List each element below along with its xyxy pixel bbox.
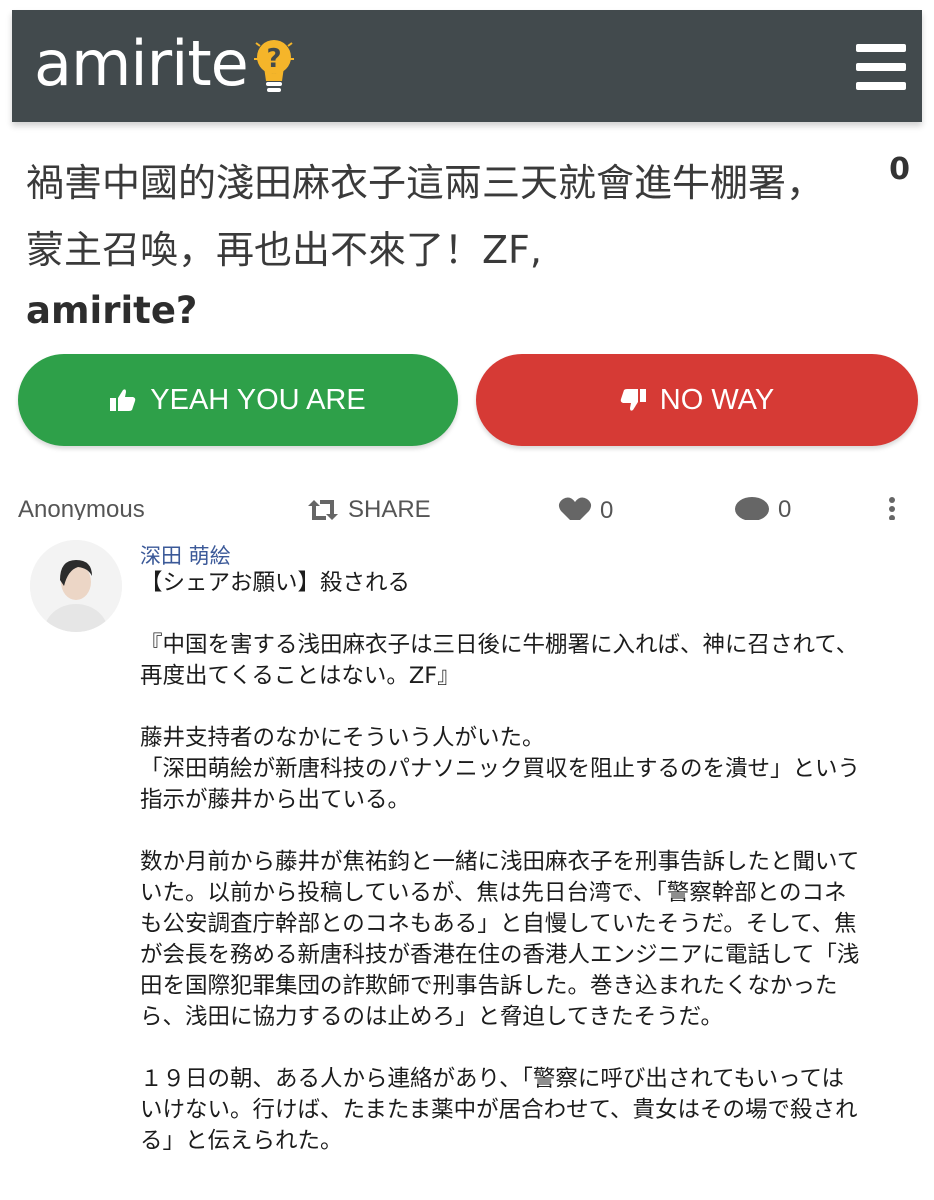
post-paragraph: 『中国を害する浅田麻衣子は三日後に牛棚署に入れば、神に召されて、再度出てくること… <box>140 632 859 689</box>
thumbs-up-icon <box>110 389 136 411</box>
vote-count: 0 <box>889 152 910 187</box>
yes-label: YEAH YOU ARE <box>150 383 366 416</box>
like-button[interactable]: 0 <box>558 496 613 520</box>
post-body: 【シェアお願い】殺される 『中国を害する浅田麻衣子は三日後に牛棚署に入れば、神に… <box>140 568 866 1188</box>
hamburger-menu-icon[interactable] <box>856 44 906 90</box>
menu-bar <box>856 82 906 90</box>
profile-photo-icon <box>30 540 122 632</box>
post-meta-row: Anonymous SHARE 0 0 <box>0 494 934 520</box>
no-label: NO WAY <box>659 383 775 416</box>
svg-text:?: ? <box>266 44 281 74</box>
lightbulb-icon: ? <box>253 40 294 92</box>
no-way-button[interactable]: NO WAY <box>476 354 918 446</box>
post-paragraph: １９日の朝、ある人から連絡があり、「警察に呼び出されてもいってはいけない。行けば… <box>140 1066 858 1154</box>
share-button[interactable]: SHARE <box>306 496 431 520</box>
post-paragraph: 藤井支持者のなかにそういう人がいた。 「深田萌絵が新唐科技のパナソニック買収を阻… <box>140 725 861 813</box>
more-options-icon[interactable] <box>887 496 897 520</box>
menu-bar <box>856 44 906 52</box>
avatar[interactable] <box>30 540 122 632</box>
post-paragraph: 数か月前から藤井が焦祐鈞と一緒に浅田麻衣子を刑事告訴したと聞いていた。以前から投… <box>140 849 860 1030</box>
likes-count: 0 <box>600 497 614 520</box>
vertical-dots-icon <box>889 497 895 520</box>
post-author-name[interactable]: 深田 萌絵 <box>140 540 231 570</box>
thumbs-down-icon <box>620 389 646 411</box>
menu-bar <box>856 63 906 71</box>
comments-count: 0 <box>778 496 792 520</box>
author-name[interactable]: Anonymous <box>18 496 145 520</box>
yeah-you-are-button[interactable]: YEAH YOU ARE <box>18 354 458 446</box>
heart-icon <box>558 497 592 520</box>
retweet-share-icon <box>308 500 338 520</box>
question-text: 禍害中國的淺田麻衣子這兩三天就會進牛棚署，蒙主召喚，再也出不來了！ZF, <box>26 161 825 272</box>
comment-button[interactable]: 0 <box>734 496 791 520</box>
site-logo[interactable]: amirite ? <box>34 24 298 104</box>
comment-bubble-icon <box>735 497 769 520</box>
share-label: SHARE <box>348 496 431 520</box>
post-paragraph: 【シェアお願い】殺される <box>140 570 411 596</box>
top-navbar: amirite ? <box>12 10 922 122</box>
logo-text: amirite <box>34 27 249 100</box>
question-suffix: amirite? <box>26 289 198 332</box>
